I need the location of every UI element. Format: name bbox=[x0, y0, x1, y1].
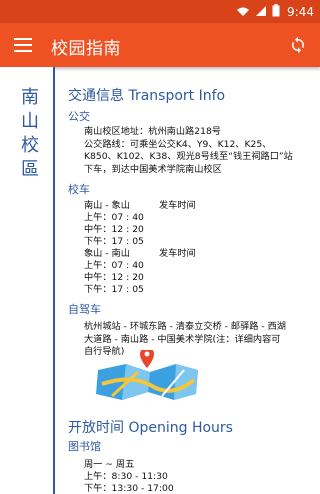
map-illustration bbox=[92, 347, 204, 402]
side-char: 校 bbox=[21, 135, 39, 156]
vertical-divider bbox=[53, 67, 55, 494]
signal-icon bbox=[236, 2, 250, 21]
side-char: 區 bbox=[21, 159, 39, 180]
side-char: 山 bbox=[21, 111, 39, 132]
cellular-icon bbox=[255, 2, 267, 21]
status-bar: 9:44 bbox=[0, 0, 320, 23]
transport-section-title: 交通信息 Transport Info bbox=[68, 88, 226, 104]
side-vertical-title: 南 山 校 區 bbox=[17, 86, 43, 182]
bus-route-line: 公交路线：可乘坐公交K4、Y9、K12、K25、 bbox=[84, 138, 272, 150]
battery-icon bbox=[272, 2, 280, 21]
library-hours-line: 上午：8:30 - 11:30 bbox=[84, 471, 168, 482]
shuttle-time: 下午：17 : 05 bbox=[84, 236, 144, 247]
hours-section-title: 开放时间 Opening Hours bbox=[68, 420, 233, 436]
shuttle-time: 中午：12 : 20 bbox=[84, 224, 144, 235]
status-icons: 9:44 bbox=[236, 3, 314, 20]
drive-route-line: 杭州城站 - 环城东路 - 清泰立交桥 - 邮驿路 - 西湖 bbox=[84, 321, 286, 332]
page-title: 校园指南 bbox=[51, 39, 121, 59]
shuttle-time: 上午：07 : 40 bbox=[84, 260, 144, 271]
shuttle-time: 下午：17 : 05 bbox=[84, 284, 144, 295]
bus-route-line: 下车，到达中国美术学院南山校区 bbox=[84, 163, 222, 175]
drive-heading: 自驾车 bbox=[68, 303, 101, 316]
bus-heading: 公交 bbox=[68, 110, 90, 123]
status-time: 9:44 bbox=[287, 4, 314, 19]
campus-address: 南山校区地址：杭州南山路218号 bbox=[84, 126, 221, 137]
shuttle-time: 上午：07 : 40 bbox=[84, 212, 144, 223]
shuttle-heading: 校车 bbox=[68, 183, 90, 196]
sync-icon bbox=[292, 36, 304, 54]
library-hours-line: 下午：13:30 - 17:00 bbox=[84, 483, 174, 494]
drive-route-line: 大道路 - 南山路 - 中国美术学院(注：详细内容可 bbox=[84, 333, 281, 345]
hamburger-icon bbox=[14, 38, 32, 52]
library-hours-line: 周一 ~ 周五 bbox=[84, 459, 135, 470]
shuttle-route: 南山 - 象山 bbox=[84, 200, 130, 211]
shuttle-time: 中午：12 : 20 bbox=[84, 272, 144, 283]
bus-route-line: K850、K102、K38、观光8号线至“钱王祠路口”站 bbox=[84, 151, 293, 162]
shuttle-departure-label: 发车时间 bbox=[159, 200, 196, 211]
refresh-button[interactable] bbox=[286, 33, 310, 57]
app-bar: 校园指南 bbox=[0, 23, 320, 67]
menu-button[interactable] bbox=[10, 33, 36, 57]
library-heading: 图书馆 bbox=[68, 440, 101, 453]
side-char: 南 bbox=[21, 87, 39, 108]
shuttle-departure-label: 发车时间 bbox=[159, 248, 196, 259]
shuttle-route: 象山 - 南山 bbox=[84, 248, 130, 259]
